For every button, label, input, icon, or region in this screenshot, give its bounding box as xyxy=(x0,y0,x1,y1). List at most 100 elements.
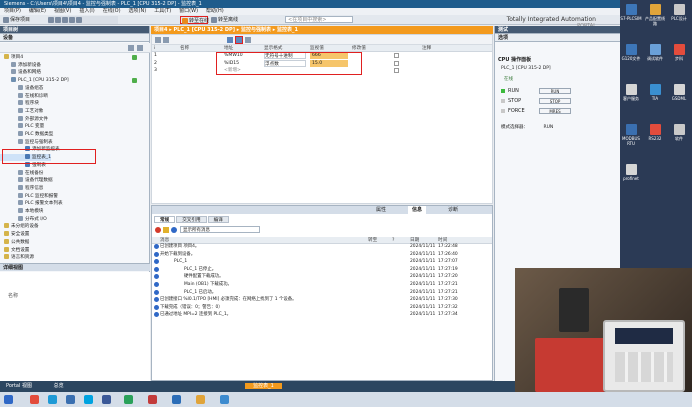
tree-item[interactable]: 本地模块 xyxy=(0,208,43,215)
breadcrumb-item[interactable]: PLC_1 [CPU 315-2 DP] xyxy=(173,27,235,33)
inspector-subtab[interactable]: 交叉引用 xyxy=(176,216,207,223)
go-online-button[interactable]: 转至在线 xyxy=(180,16,209,24)
tree-overview-icon[interactable] xyxy=(137,45,143,51)
tree-item[interactable]: PLC 数据类型 xyxy=(0,131,53,138)
app-icon-2[interactable] xyxy=(84,395,93,404)
tree-item[interactable]: 语言和资源 xyxy=(0,254,34,261)
desktop-icon[interactable]: G120文件 xyxy=(620,44,642,61)
breadcrumb-item[interactable]: 监控与强制表 xyxy=(241,27,271,33)
menu-item[interactable]: 在线(O) xyxy=(103,8,121,14)
desktop-icon[interactable]: 软件 xyxy=(668,124,690,141)
desktop-icon[interactable]: RS232 xyxy=(644,124,666,141)
breadcrumb-item[interactable]: 项目4 xyxy=(154,27,167,33)
desktop-icon[interactable]: PLC设计 xyxy=(668,4,690,21)
tree-item[interactable]: 添加新设备 xyxy=(0,61,41,69)
tree-item[interactable]: 在线和诊断 xyxy=(0,92,48,100)
column-header: 显示格式 xyxy=(264,46,283,51)
tree-item[interactable]: 外部源文件 xyxy=(0,115,48,123)
desktop-icon[interactable]: GSDML xyxy=(668,84,690,101)
inspector-tab[interactable]: 诊断 xyxy=(444,206,462,214)
desktop-icon[interactable]: S7-PLCSIM xyxy=(620,4,642,21)
monitor-once-icon[interactable] xyxy=(245,37,251,43)
tree-item[interactable]: 设备组态 xyxy=(0,84,43,92)
modify-value-icon[interactable] xyxy=(227,37,233,43)
warning-filter-icon[interactable] xyxy=(163,227,169,233)
tree-item[interactable]: PLC_1 [CPU 315-2 DP] xyxy=(0,77,137,84)
menu-item[interactable]: 选项(N) xyxy=(129,8,147,14)
desktop-icon[interactable]: 产品配置线路 xyxy=(644,4,666,26)
tree-item[interactable]: 设备和网络 xyxy=(0,69,41,76)
tree-item[interactable]: 公共数据 xyxy=(0,238,29,246)
breadcrumb-item[interactable]: 监控表_1 xyxy=(277,27,298,33)
tree-item[interactable]: 工艺对象 xyxy=(0,107,43,115)
inspector-tab[interactable]: 信息 xyxy=(408,206,427,214)
menu-item[interactable]: 插入(I) xyxy=(79,8,94,14)
app-icon-4[interactable] xyxy=(124,395,133,404)
save-project-button[interactable]: 保存项目 xyxy=(3,16,30,24)
tree-view-icon[interactable] xyxy=(128,45,134,51)
app-icon-1[interactable] xyxy=(66,395,75,404)
devices-tab[interactable]: 设备 xyxy=(0,34,149,42)
cpu-mode-button[interactable]: RUN xyxy=(539,88,571,94)
modify-checkbox[interactable] xyxy=(394,68,399,73)
go-offline-button[interactable]: 转至离线 xyxy=(211,16,238,24)
tree-item[interactable]: 项目4 xyxy=(0,54,137,61)
edit-tools-group[interactable] xyxy=(48,16,118,24)
browser-icon[interactable] xyxy=(48,395,57,404)
tree-item[interactable]: 安全设置 xyxy=(0,231,29,238)
save-icon xyxy=(3,16,9,23)
add-row-icon[interactable] xyxy=(163,37,169,43)
desktop-icon[interactable]: profinet xyxy=(620,164,642,181)
desktop-icon[interactable]: 调试软件 xyxy=(644,44,666,61)
desktop-icon[interactable]: TIA xyxy=(644,84,666,101)
desktop-icon-image xyxy=(649,4,661,15)
tree-item[interactable]: 未分组的设备 xyxy=(0,223,39,230)
menu-item[interactable]: 编辑(E) xyxy=(29,8,46,14)
tree-item[interactable]: 文档设置 xyxy=(0,246,29,254)
message-filter[interactable]: 显示所有消息 xyxy=(155,226,275,234)
cpu-mode-button[interactable]: STOP xyxy=(539,98,571,104)
tree-item[interactable]: PLC 变量 xyxy=(0,123,44,130)
word-icon[interactable] xyxy=(172,395,181,404)
app-icon-3[interactable] xyxy=(102,395,111,404)
menu-item[interactable]: 窗口(W) xyxy=(179,8,198,14)
menu-item[interactable]: 工具(T) xyxy=(154,8,171,14)
tree-item[interactable]: 设备代理数据 xyxy=(0,177,53,184)
tree-item[interactable]: 在线备份 xyxy=(0,169,43,177)
tree-item[interactable]: 分布式 I/O xyxy=(0,215,47,223)
project-search-input[interactable]: <在项目中搜索> xyxy=(285,16,353,23)
menu-item[interactable]: 视图(V) xyxy=(54,8,71,14)
overview-tab[interactable]: 总览 xyxy=(54,383,64,389)
go-offline-icon xyxy=(211,16,217,23)
insert-row-icon[interactable] xyxy=(155,37,161,43)
tree-item[interactable]: 监控与强制表 xyxy=(0,138,53,146)
monitor-all-icon[interactable] xyxy=(235,36,243,44)
tree-item[interactable]: PLC 报警文本列表 xyxy=(0,200,63,207)
menu-item[interactable]: 项目(P) xyxy=(4,8,21,14)
desktop-icon[interactable]: 客户服务 xyxy=(620,84,642,101)
desktop-icon[interactable]: MODBUS RTU xyxy=(620,124,642,146)
menu-item[interactable]: 帮助(H) xyxy=(206,8,224,14)
tree-item[interactable]: PLC 监控和报警 xyxy=(0,192,58,200)
error-filter-icon[interactable] xyxy=(155,227,161,233)
pdf-icon[interactable] xyxy=(148,395,157,404)
chrome-icon[interactable] xyxy=(30,395,39,404)
inspector-subtab[interactable]: 常规 xyxy=(154,216,176,223)
inspector-subtab[interactable]: 编译 xyxy=(207,216,229,223)
details-view-title: 详细视图 xyxy=(0,263,150,271)
portal-view-button[interactable]: Portal 视图 xyxy=(6,383,32,389)
explorer-icon[interactable] xyxy=(196,395,205,404)
editor-tab[interactable]: 监控表_1 xyxy=(245,383,282,389)
inspector-tabs: 属性 信息 诊断 xyxy=(152,206,492,214)
tree-item[interactable]: 程序信息 xyxy=(0,184,43,192)
desktop-icon[interactable]: 步科 xyxy=(668,44,690,61)
cpu-mode-button[interactable]: MRES xyxy=(539,108,571,114)
inspector-tab[interactable]: 属性 xyxy=(372,206,390,214)
message-filter-select[interactable]: 显示所有消息 xyxy=(180,226,260,233)
info-filter-icon[interactable] xyxy=(171,227,177,233)
start-icon[interactable] xyxy=(4,395,13,404)
tree-item[interactable]: 程序块 xyxy=(0,100,39,107)
tia-icon[interactable] xyxy=(220,395,229,404)
modify-checkbox[interactable] xyxy=(394,60,399,66)
modify-checkbox[interactable] xyxy=(394,53,399,58)
